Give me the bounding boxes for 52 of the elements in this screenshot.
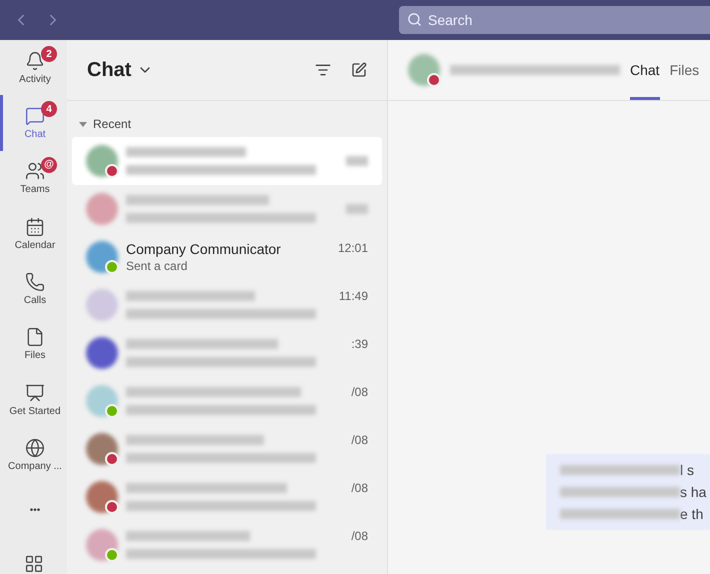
new-chat-icon[interactable] [351,62,367,78]
blurred-time [346,204,368,214]
message-time: 12:01 [338,241,368,255]
rail-item[interactable]: Company ... [0,428,67,483]
search-icon [407,12,422,27]
section-label: Recent [93,117,132,131]
chat-row[interactable]: /08 [72,377,382,425]
search-field[interactable]: Search [399,6,710,34]
rail-item[interactable]: Teams @ [0,150,67,206]
rail-item[interactable]: ••• [0,482,67,538]
message-text: l s [680,462,694,478]
blurred-time [346,156,368,166]
contact-name: Company Communicator [126,241,282,257]
chat-row[interactable]: 11:49 [72,281,382,329]
tab[interactable]: Chat [630,40,660,100]
chat-row[interactable]: /08 [72,521,382,569]
message-text: e th [680,506,704,522]
chat-title: Chat [87,58,132,82]
filter-icon[interactable] [315,62,331,78]
rail-item[interactable]: Calls [0,261,67,317]
chat-row[interactable]: /08 [72,425,382,473]
chat-row[interactable]: :39 [72,329,382,377]
message-time: /08 [351,481,368,495]
notification-badge: 4 [41,101,57,118]
rail-item[interactable]: Get Started [0,372,67,428]
chat-row[interactable]: Company Communicator Sent a card 12:01 [72,233,382,281]
apps-icon[interactable] [24,554,44,574]
calendar-icon [25,216,45,237]
message-time: 11:49 [338,289,368,303]
chat-row[interactable] [72,137,382,185]
message-time: /08 [351,385,368,399]
notification-badge: 2 [41,46,57,62]
message-time: /08 [351,433,368,447]
rail-item[interactable]: Activity 2 [0,40,67,96]
presentation-icon [25,382,45,403]
message-time: /08 [351,529,368,543]
collapse-icon[interactable] [79,122,87,126]
globe-icon [25,438,45,458]
message-text: s ha [680,484,706,500]
chat-row[interactable]: /08 [72,473,382,521]
phone-icon [25,272,45,292]
tab[interactable]: Files [670,40,700,100]
message-preview: Sent a card [126,259,188,273]
file-icon [25,327,45,348]
rail-item[interactable]: Files [0,316,67,372]
chat-icon [25,106,45,126]
rail-item[interactable]: Calendar [0,206,67,262]
notification-badge: @ [41,156,57,173]
people-icon [25,161,45,182]
status-dot [427,73,441,87]
bell-icon [25,50,45,71]
message-time: :39 [351,337,368,351]
